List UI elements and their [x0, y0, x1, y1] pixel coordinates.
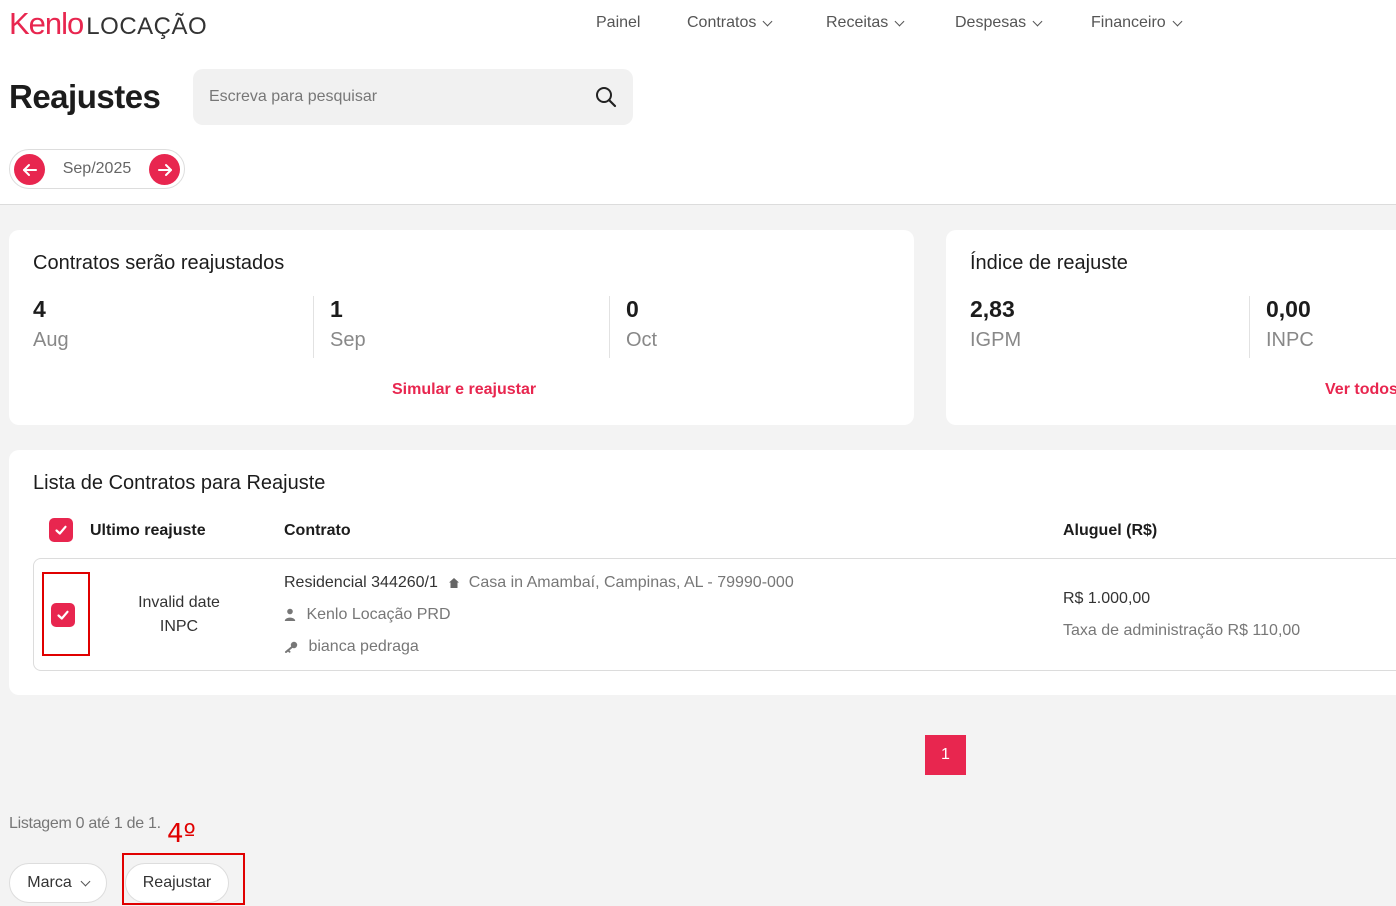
header-rent[interactable]: Aluguel (R$) [1063, 522, 1157, 540]
simulate-adjust-link[interactable]: Simular e reajustar [392, 381, 536, 399]
home-icon [449, 577, 460, 588]
chevron-down-icon [1032, 16, 1043, 26]
key-icon [285, 641, 298, 653]
stat-igpm: 2,83 IGPM [970, 296, 1021, 352]
chevron-down-icon [80, 876, 91, 886]
header-contract[interactable]: Contrato [284, 522, 351, 540]
next-month-button[interactable] [149, 154, 180, 185]
row-owner-line: Kenlo Locação PRD [284, 606, 451, 624]
nav-item-painel[interactable]: Painel [596, 14, 640, 32]
stat-inpc: 0,00 INPC [1266, 296, 1314, 352]
row-last-date: Invalid date [138, 594, 220, 611]
card-title: Contratos serão reajustados [33, 252, 285, 274]
divider [1249, 296, 1250, 358]
stat-label: IGPM [970, 329, 1022, 351]
row-contract-line: Residencial 344260/1 Casa in Amambaí, Ca… [284, 574, 794, 592]
nav-item-label: Despesas [955, 14, 1027, 31]
adjust-button-highlight [122, 853, 245, 905]
brand-button-label: Marca [27, 874, 72, 891]
chevron-down-icon [1172, 16, 1183, 26]
contract-owner: Kenlo Locação PRD [306, 606, 451, 623]
nav-item-label: Financeiro [1091, 14, 1166, 31]
stat-value: 4 [33, 296, 46, 322]
nav-item-label: Receitas [826, 14, 889, 31]
contract-tenant: bianca pedraga [308, 638, 419, 655]
table-row[interactable]: Invalid date INPC Residencial 344260/1 C… [33, 558, 1396, 671]
month-navigator: Sep/2025 [9, 149, 185, 189]
stat-value: 0,00 [1266, 296, 1311, 322]
stat-value: 1 [330, 296, 343, 322]
check-icon [55, 525, 67, 535]
contracts-list-card: Lista de Contratos para Reajuste Ultimo … [9, 450, 1396, 695]
chevron-down-icon [894, 16, 905, 26]
listing-info: Listagem 0 até 1 de 1. [9, 815, 161, 832]
top-header: Kenlo LOCAÇÃO Painel Contratos Receitas … [0, 0, 1396, 205]
stat-value: 0 [626, 296, 639, 322]
brand-dropdown-button[interactable]: Marca [9, 863, 107, 903]
chevron-down-icon [762, 16, 773, 26]
logo-secondary: LOCAÇÃO [86, 13, 208, 40]
divider [313, 296, 314, 358]
logo-primary: Kenlo [9, 6, 84, 41]
row-admin-fee: Taxa de administração R$ 110,00 [1063, 622, 1301, 639]
contract-address: Casa in Amambaí, Campinas, AL - 79990-00… [468, 574, 794, 591]
nav-item-receitas[interactable]: Receitas [826, 14, 905, 32]
divider [609, 296, 610, 358]
view-all-link[interactable]: Ver todos [1325, 381, 1396, 399]
contract-id[interactable]: Residencial 344260/1 [284, 574, 438, 591]
arrow-right-icon [157, 163, 172, 176]
row-rent: R$ 1.000,00 [1063, 590, 1151, 607]
nav-item-financeiro[interactable]: Financeiro [1091, 14, 1183, 32]
row-index: INPC [159, 618, 199, 635]
adjustment-index-card: Índice de reajuste 2,83 IGPM 0,00 INPC V… [946, 230, 1396, 425]
stat-aug: 4 Aug [33, 296, 69, 352]
header-last-adjustment[interactable]: Ultimo reajuste [90, 522, 206, 540]
search-box [193, 69, 633, 125]
stat-oct: 0 Oct [626, 296, 657, 352]
select-all-checkbox[interactable] [49, 518, 73, 542]
contracts-adjusted-card: Contratos serão reajustados 4 Aug 1 Sep … [9, 230, 914, 425]
page-title: Reajustes [9, 78, 161, 115]
card-title: Índice de reajuste [970, 252, 1128, 274]
nav-item-label: Contratos [687, 14, 757, 31]
nav-item-label: Painel [596, 14, 641, 31]
stat-sep: 1 Sep [330, 296, 366, 352]
nav-item-despesas[interactable]: Despesas [955, 14, 1043, 32]
step-annotation: 4º [167, 819, 196, 849]
nav-item-contratos[interactable]: Contratos [687, 14, 773, 32]
search-icon[interactable] [595, 86, 617, 108]
user-icon [284, 608, 296, 622]
page-1-button[interactable]: 1 [925, 735, 966, 775]
search-input[interactable] [209, 69, 589, 125]
stat-label: INPC [1266, 329, 1314, 351]
stat-label: Aug [33, 329, 69, 351]
list-title: Lista de Contratos para Reajuste [33, 472, 326, 494]
stat-label: Oct [626, 329, 658, 351]
stat-label: Sep [330, 329, 366, 351]
stat-value: 2,83 [970, 296, 1015, 322]
row-tenant-line: bianca pedraga [284, 638, 419, 656]
checkbox-highlight [42, 572, 90, 656]
kenlo-logo[interactable]: Kenlo LOCAÇÃO [9, 6, 207, 42]
